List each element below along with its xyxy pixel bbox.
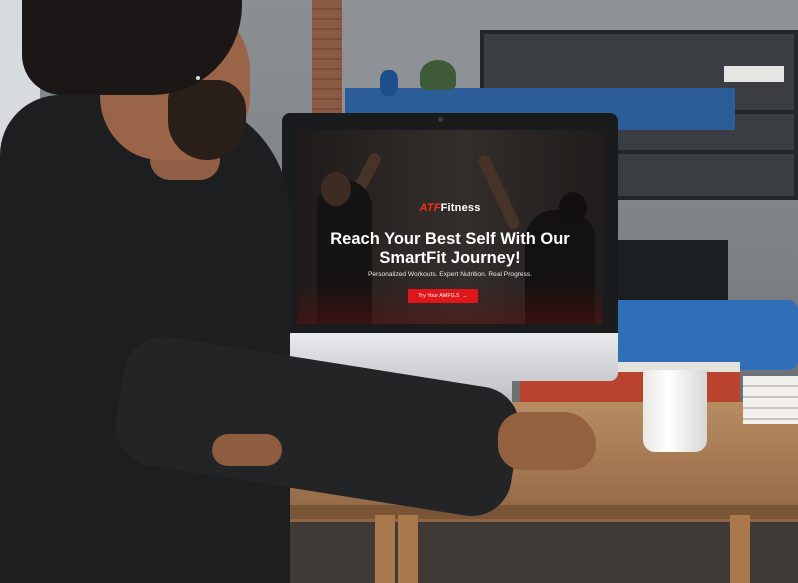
shelf-box	[724, 66, 784, 82]
man-left-hand	[212, 434, 282, 466]
dark-panel	[618, 240, 728, 300]
headline-line-1: Reach Your Best Self With Our	[330, 230, 570, 248]
desk-leg	[730, 515, 750, 583]
man-beard	[168, 80, 246, 160]
man-torso	[0, 95, 290, 583]
logo-text: Fitness	[440, 202, 481, 214]
plant	[420, 60, 456, 90]
coffee-mug	[643, 370, 707, 452]
vase	[380, 70, 398, 96]
man-right-hand	[498, 412, 596, 470]
earring	[196, 76, 200, 80]
camera-icon	[438, 117, 443, 122]
cta-button[interactable]: Try Your AMFG.5 →	[408, 289, 478, 303]
brand-logo[interactable]: ATFFitness	[297, 202, 603, 214]
cta-label: Try Your AMFG.5	[418, 293, 460, 299]
brick-pillar	[312, 0, 342, 125]
hero-subline: Personalized Workouts. Expert Nutrition.…	[367, 271, 533, 278]
arrow-right-icon: →	[462, 293, 468, 299]
monitor-screen: ATFFitness Reach Your Best Self With Our…	[297, 130, 603, 324]
book-stack	[743, 376, 798, 424]
blue-sofa	[600, 300, 798, 370]
hero-headline: Reach Your Best Self With Our SmartFit J…	[297, 230, 603, 268]
scene: ATFFitness Reach Your Best Self With Our…	[0, 0, 798, 583]
desk-leg	[375, 515, 395, 583]
headline-line-2: SmartFit Journey!	[379, 249, 521, 267]
desk-leg	[398, 515, 418, 583]
logo-mark: ATF	[419, 202, 441, 214]
